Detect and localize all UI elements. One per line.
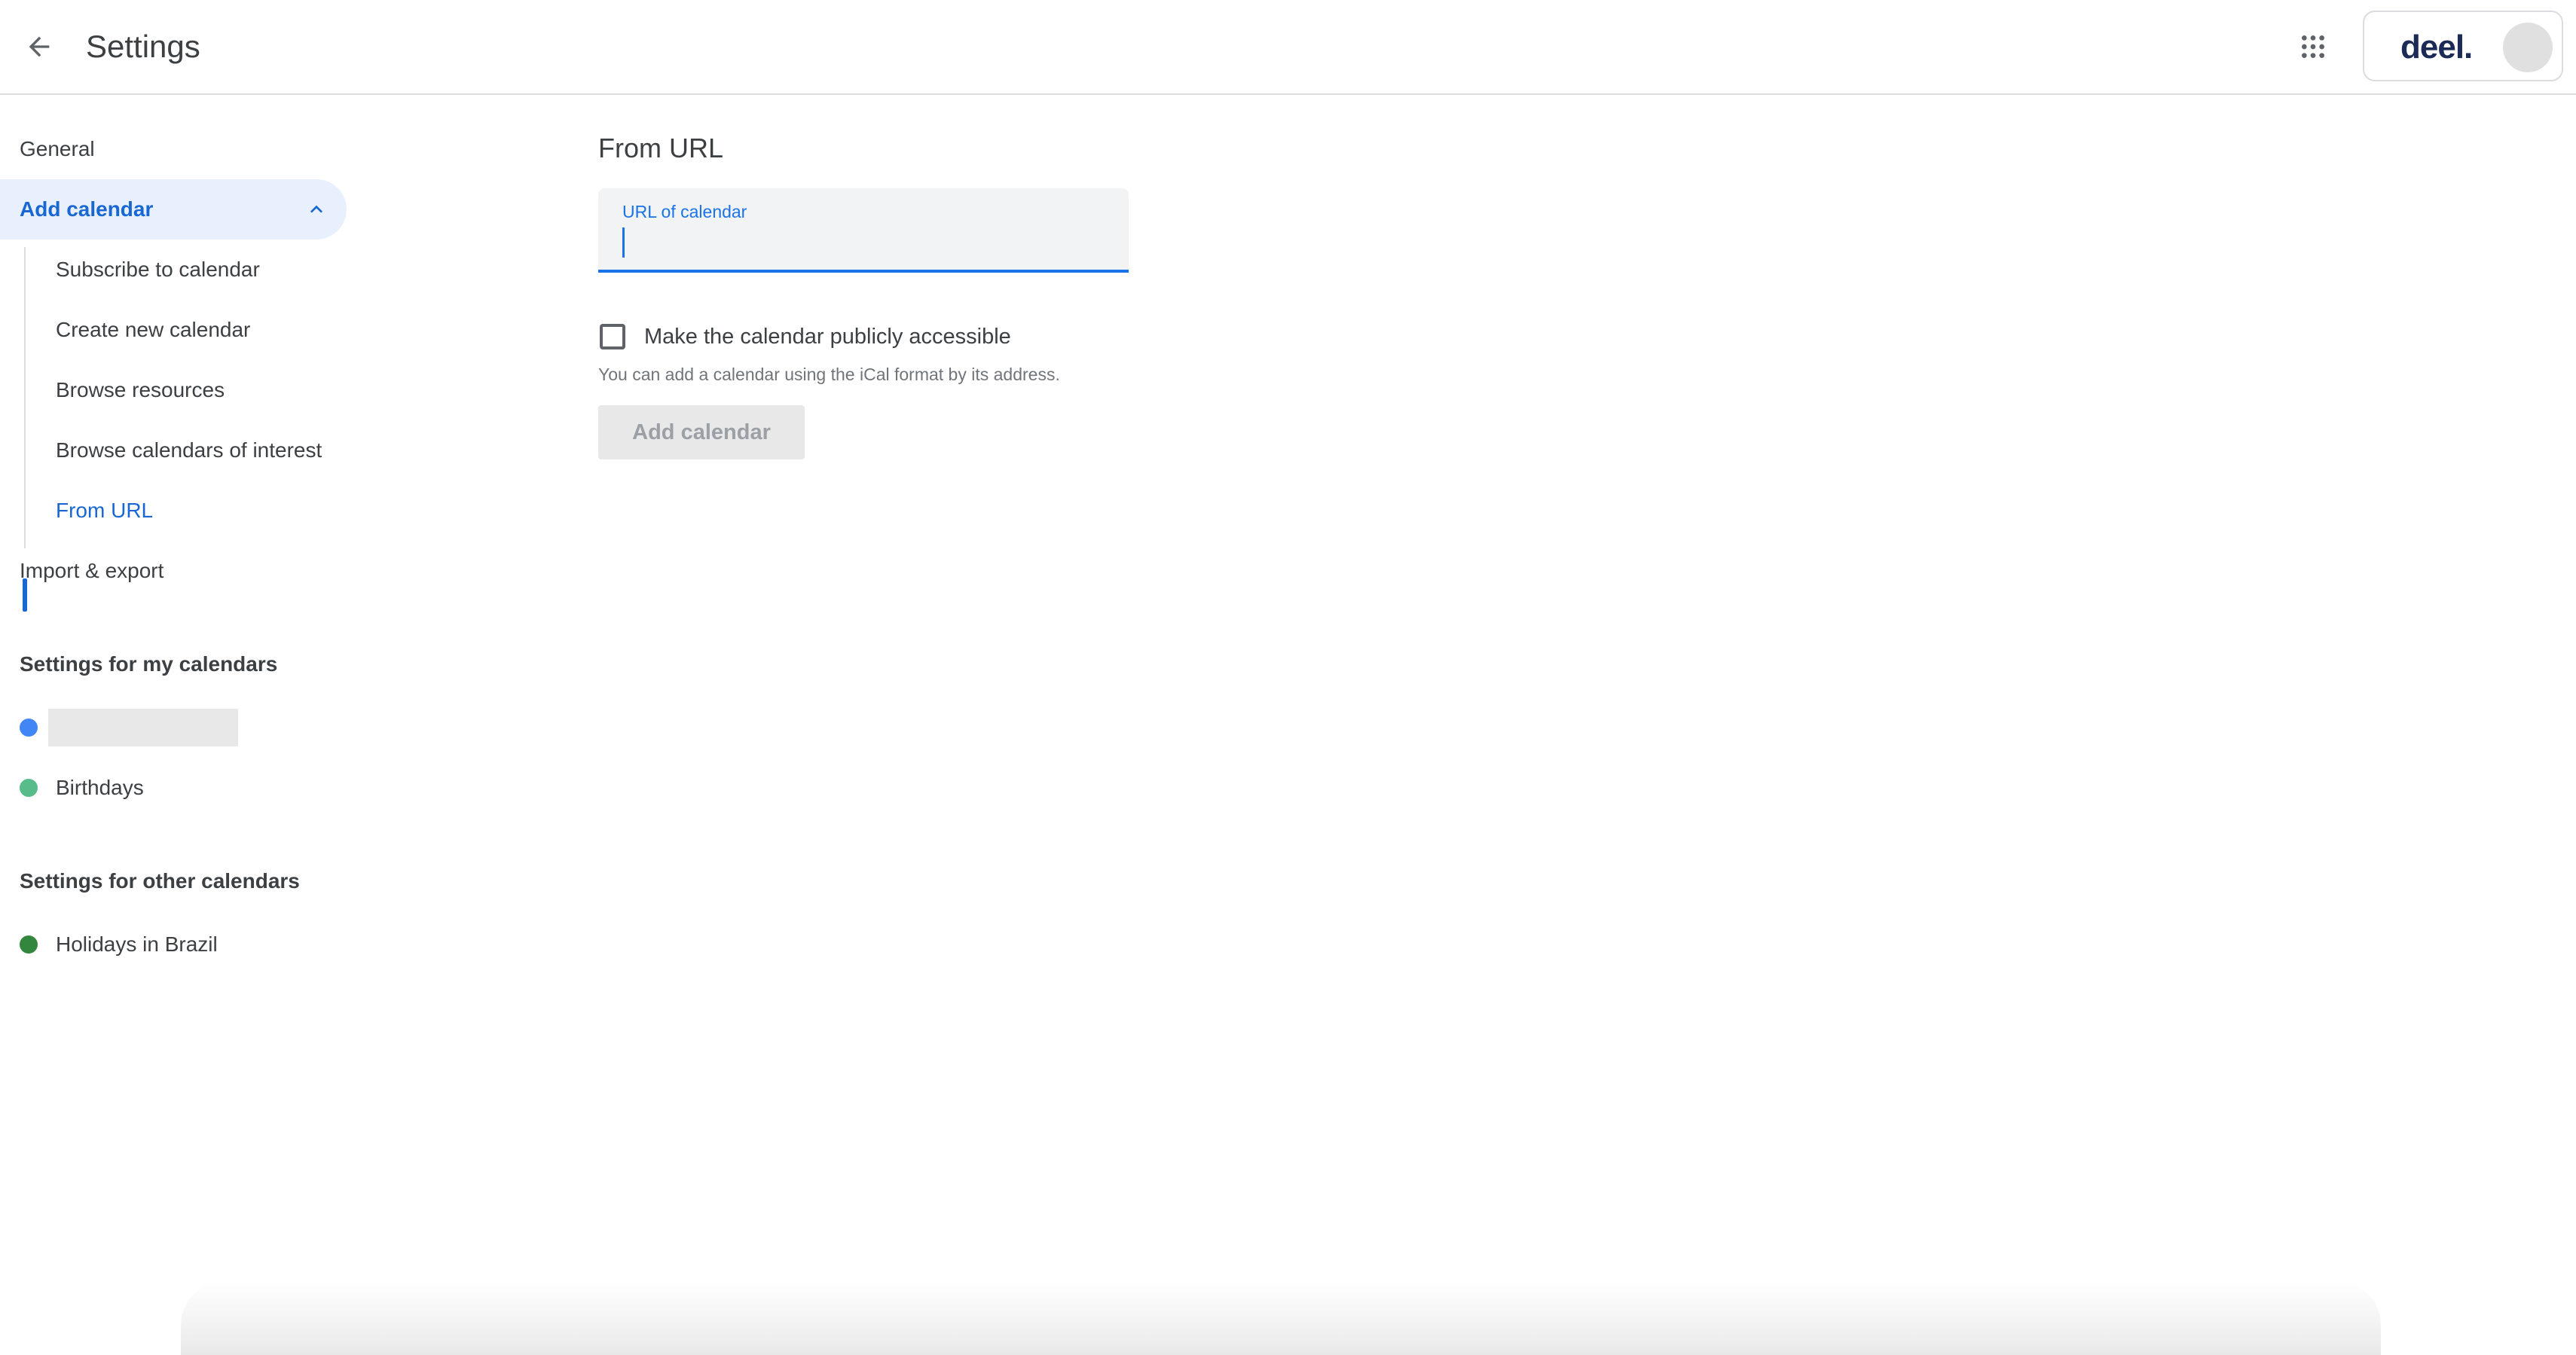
calendar-color-dot [20, 719, 38, 737]
subnav-item-browse-resources[interactable]: Browse resources [0, 360, 347, 420]
other-calendar-item-holidays[interactable]: Holidays in Brazil [0, 914, 347, 975]
calendar-label: Birthdays [56, 776, 144, 799]
settings-sidebar: General Add calendar Subscribe to calend… [0, 96, 354, 1000]
subnav-item-label: Subscribe to calendar [56, 258, 260, 281]
top-app-bar: Settings deel. [0, 0, 2576, 95]
subnav-item-label: From URL [56, 499, 154, 522]
calendar-label: Holidays in Brazil [56, 932, 218, 956]
chevron-up-icon [301, 194, 332, 224]
subnav-item-create-new[interactable]: Create new calendar [0, 300, 347, 360]
subnav-item-label: Browse resources [56, 378, 225, 401]
avatar[interactable] [2503, 23, 2553, 72]
calendar-color-dot [20, 779, 38, 797]
subnav-item-browse-interest[interactable]: Browse calendars of interest [0, 420, 347, 481]
url-field[interactable]: URL of calendar [598, 188, 1129, 273]
account-switcher[interactable]: deel. [2363, 11, 2563, 81]
url-field-label: URL of calendar [622, 202, 747, 221]
subnav-item-label: Create new calendar [56, 318, 251, 341]
arrow-back-icon [29, 36, 50, 57]
url-input[interactable] [621, 226, 1103, 259]
section-title: From URL [598, 133, 724, 163]
public-access-label[interactable]: Make the calendar publicly accessible [644, 322, 1011, 351]
apps-grid-icon [2302, 35, 2324, 58]
nav-item-label: General [20, 137, 95, 160]
apps-button[interactable] [2284, 18, 2342, 75]
subnav-item-from-url[interactable]: From URL [0, 481, 347, 541]
other-calendars-heading: Settings for other calendars [20, 869, 300, 893]
nav-item-import-export[interactable]: Import & export [0, 541, 347, 601]
back-button[interactable] [11, 18, 68, 75]
calendar-color-dot [20, 935, 38, 954]
org-logo: deel. [2400, 29, 2473, 66]
my-calendar-item[interactable] [0, 697, 347, 758]
text-caret [622, 227, 625, 258]
nav-item-label: Import & export [20, 559, 164, 582]
nav-item-general[interactable]: General [0, 119, 347, 179]
page-title: Settings [86, 29, 200, 64]
bottom-shadow [181, 1280, 2381, 1355]
nav-item-add-calendar[interactable]: Add calendar [0, 179, 347, 240]
nav-item-label: Add calendar [20, 197, 154, 221]
add-calendar-button[interactable]: Add calendar [598, 405, 805, 459]
redacted-calendar-name [48, 709, 238, 746]
my-calendar-item-birthdays[interactable]: Birthdays [0, 758, 347, 818]
public-access-checkbox[interactable] [600, 324, 625, 349]
helper-text: You can add a calendar using the iCal fo… [598, 365, 1060, 384]
subnav-item-label: Browse calendars of interest [56, 438, 322, 462]
my-calendars-heading: Settings for my calendars [20, 652, 278, 676]
subnav-item-subscribe[interactable]: Subscribe to calendar [0, 240, 347, 300]
